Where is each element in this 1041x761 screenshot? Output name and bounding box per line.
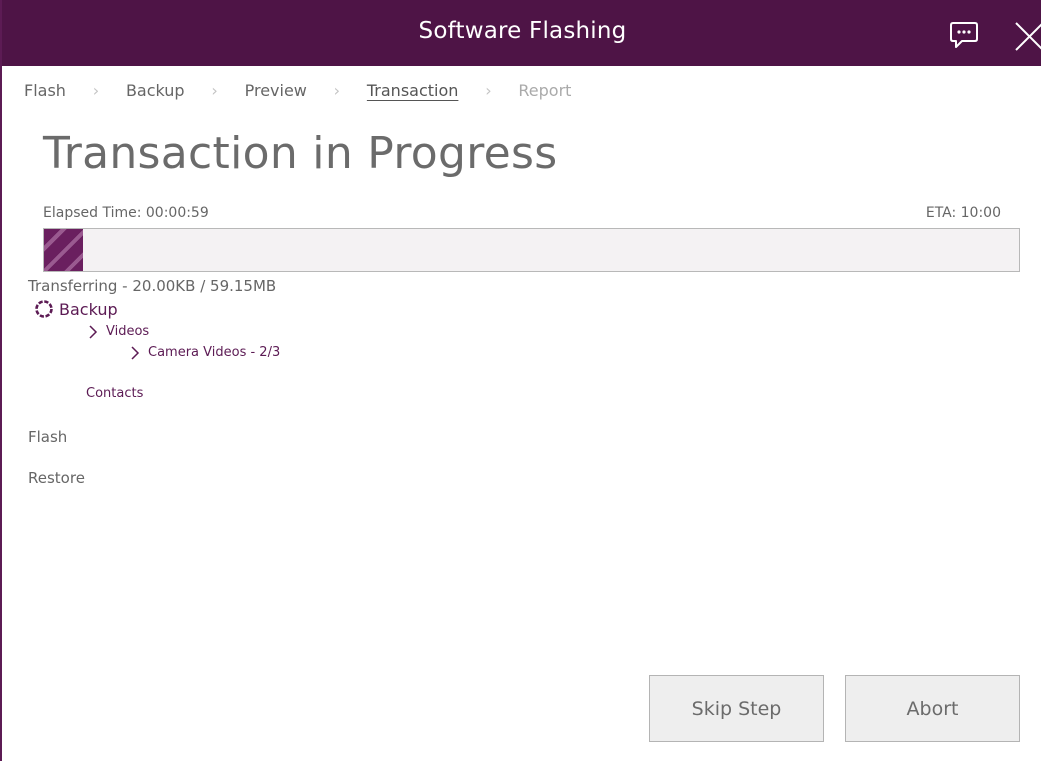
progress-bar-fill	[44, 229, 83, 271]
eta-label: ETA: 10:00	[925, 205, 1001, 221]
task-restore-label: Restore	[28, 469, 85, 487]
breadcrumb-flash[interactable]: Flash	[24, 81, 66, 100]
spinner-icon	[35, 300, 53, 318]
close-button[interactable]	[1009, 18, 1041, 52]
chevron-right-icon	[89, 324, 98, 339]
breadcrumb-transaction[interactable]: Transaction	[367, 81, 459, 100]
skip-step-button[interactable]: Skip Step	[649, 675, 824, 742]
chevron-right-icon: ›	[333, 80, 341, 100]
task-flash-label: Flash	[28, 428, 68, 446]
page-title: Transaction in Progress	[43, 128, 558, 179]
breadcrumb: Flash › Backup › Preview › Transaction ›…	[24, 78, 571, 102]
window-title: Software Flashing	[418, 18, 627, 44]
close-icon	[1015, 22, 1041, 51]
chevron-right-icon: ›	[211, 80, 218, 100]
chevron-right-icon	[131, 345, 140, 360]
subtask-camera-videos[interactable]: Camera Videos - 2/3	[130, 345, 280, 360]
subtask-contacts: Contacts	[86, 386, 143, 401]
subtask-camera-videos-label: Camera Videos - 2/3	[148, 345, 281, 360]
subtask-contacts-label: Contacts	[86, 386, 144, 401]
breadcrumb-backup[interactable]: Backup	[126, 81, 185, 100]
abort-button[interactable]: Abort	[845, 675, 1020, 742]
breadcrumb-preview[interactable]: Preview	[245, 81, 307, 100]
app-window: Software Flashing Flash › Backup › Previ…	[0, 0, 1041, 761]
elapsed-time: Elapsed Time: 00:00:59	[43, 205, 209, 221]
chevron-right-icon: ›	[485, 80, 492, 100]
transfer-status: Transferring - 20.00KB / 59.15MB	[28, 277, 277, 295]
feedback-button[interactable]	[947, 20, 981, 50]
chevron-right-icon: ›	[92, 80, 100, 100]
task-backup: Backup	[34, 299, 118, 319]
breadcrumb-report: Report	[518, 80, 572, 100]
task-flash: Flash	[28, 428, 67, 446]
title-bar: Software Flashing	[2, 0, 1041, 66]
speech-bubble-icon	[950, 22, 978, 48]
task-restore: Restore	[28, 469, 85, 487]
progress-bar	[43, 228, 1020, 272]
task-backup-label: Backup	[59, 299, 118, 319]
subtask-videos-label: Videos	[106, 324, 150, 339]
subtask-videos[interactable]: Videos	[88, 324, 149, 339]
